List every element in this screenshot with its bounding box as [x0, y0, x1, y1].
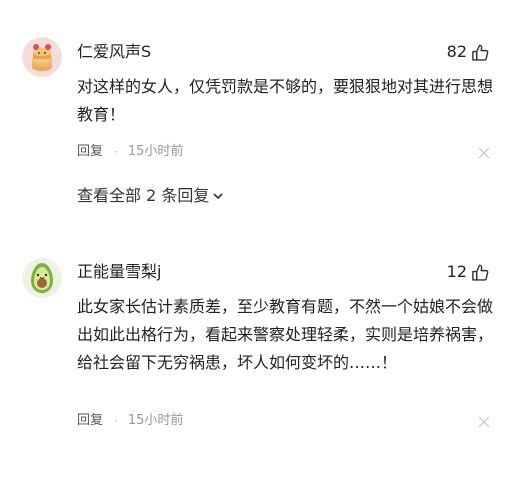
comment-item: 仁爱风声S 82 对这样的女人，仅凭罚款是不够的，要狠狠地对其进行思想教育！ 回… [0, 0, 511, 240]
reply-button[interactable]: 回复 [77, 412, 103, 430]
comment-text: 此女家长估计素质差，至少教育有题，不然一个姑娘不会做出如此出格行为，看起来警察处… [77, 297, 494, 372]
avatar[interactable] [22, 37, 62, 77]
close-icon[interactable] [478, 416, 490, 428]
thumbs-up-icon[interactable] [471, 263, 490, 282]
chevron-down-icon [212, 190, 224, 202]
comment-text: 对这样的女人，仅凭罚款是不够的，要狠狠地对其进行思想教育！ [77, 77, 494, 124]
separator-dot: · [114, 414, 118, 428]
cookie-stack-avatar-icon [22, 37, 62, 77]
timestamp: 15小时前 [127, 413, 184, 428]
separator-dot: · [114, 145, 118, 159]
timestamp: 15小时前 [127, 144, 184, 159]
like-count: 12 [446, 262, 467, 281]
like-control[interactable]: 82 [447, 42, 490, 62]
view-replies-label: 查看全部 2 条回复 [77, 186, 210, 205]
reply-button[interactable]: 回复 [77, 143, 103, 161]
like-control[interactable]: 12 [447, 262, 490, 282]
username[interactable]: 仁爱风声S [77, 42, 151, 62]
thumbs-up-icon[interactable] [471, 43, 490, 62]
view-replies-button[interactable]: 查看全部 2 条回复 [77, 186, 224, 206]
close-icon[interactable] [478, 147, 490, 159]
like-count: 82 [446, 42, 467, 61]
avocado-avatar-icon [22, 258, 62, 298]
comment-item: 正能量雪梨j 12 此女家长估计素质差，至少教育有题，不然一个姑娘不会做出如此出… [0, 240, 511, 479]
comment-meta: 回复 · 15小时前 [77, 412, 183, 430]
username[interactable]: 正能量雪梨j [77, 262, 161, 282]
comment-meta: 回复 · 15小时前 [77, 143, 183, 161]
avatar[interactable] [22, 258, 62, 298]
